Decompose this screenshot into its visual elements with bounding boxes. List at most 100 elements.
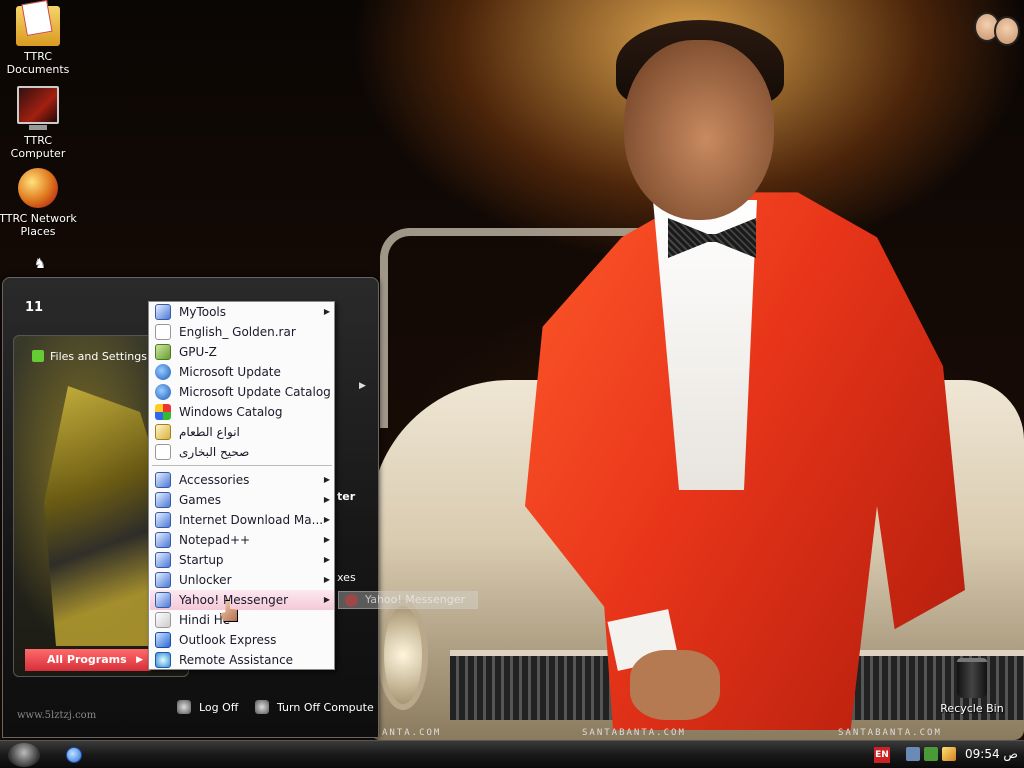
- folder-icon: [155, 492, 171, 508]
- magic-wand-icon[interactable]: [942, 747, 956, 761]
- all-programs-label: All Programs: [47, 653, 127, 666]
- menu-item-label: انواع الطعام: [179, 425, 240, 439]
- folder-icon: [155, 472, 171, 488]
- menu-item-microsoft-update-catalog[interactable]: Microsoft Update Catalog: [150, 382, 334, 402]
- desktop-icon-ttrc-documents[interactable]: TTRC Documents: [0, 6, 80, 76]
- menu-item-accessories[interactable]: Accessories ▶: [150, 470, 334, 490]
- folder-icon: [155, 572, 171, 588]
- turn-off-label: Turn Off Compute: [277, 701, 374, 714]
- turn-off-button[interactable]: Turn Off Compute: [255, 700, 374, 714]
- submenu-arrow-icon: ▶: [323, 535, 330, 544]
- menu-item-english-golden[interactable]: English_ Golden.rar: [150, 322, 334, 342]
- globe-icon: [155, 384, 171, 400]
- chevron-right-icon[interactable]: ▶: [359, 381, 366, 391]
- menu-separator: [152, 465, 332, 466]
- documents-folder-icon: [16, 6, 60, 46]
- start-menu-user-name: 11: [25, 300, 44, 315]
- menu-item-sahih-bukhari[interactable]: صحيح البخارى: [150, 442, 334, 462]
- submenu-arrow-icon: ▶: [323, 515, 330, 524]
- desktop-icon-horse[interactable]: ♞: [22, 256, 58, 274]
- log-off-button[interactable]: Log Off: [177, 700, 238, 714]
- network-places-icon: [18, 168, 58, 208]
- windows-icon: [155, 404, 171, 420]
- triangle-right-icon: ▶: [136, 655, 143, 665]
- menu-item-startup[interactable]: Startup ▶: [150, 550, 334, 570]
- menu-item-label: Microsoft Update: [179, 365, 281, 379]
- file-icon: [155, 444, 171, 460]
- menu-item-microsoft-update[interactable]: Microsoft Update: [150, 362, 334, 382]
- menu-item-gpu-z[interactable]: GPU-Z: [150, 342, 334, 362]
- computer-icon: [17, 86, 59, 130]
- menu-item-arabic-food[interactable]: انواع الطعام: [150, 422, 334, 442]
- gpuz-icon: [155, 344, 171, 360]
- folder-icon: [155, 592, 171, 608]
- menu-item-unlocker[interactable]: Unlocker ▶: [150, 570, 334, 590]
- language-indicator[interactable]: EN: [874, 747, 890, 763]
- menu-item-label: Remote Assistance: [179, 653, 294, 667]
- folder-icon: [155, 552, 171, 568]
- menu-item-label: Internet Download Ma...: [179, 513, 324, 527]
- start-menu-right-item-fragment[interactable]: ter: [337, 490, 355, 503]
- menu-item-label: MyTools: [179, 305, 227, 319]
- menu-item-label: Outlook Express: [179, 633, 277, 647]
- menu-item-remote-assistance[interactable]: Remote Assistance: [150, 650, 334, 670]
- desktop-icon-recycle-bin[interactable]: Recycle Bin: [930, 658, 1014, 715]
- wallpaper-watermark: SANTABANTA.COM: [582, 728, 686, 738]
- taskbar-clock[interactable]: 09:54 ص: [965, 747, 1018, 761]
- menu-item-hindi-help[interactable]: Hindi He: [150, 610, 334, 630]
- menu-item-mytools[interactable]: MyTools ▶: [150, 302, 334, 322]
- start-button[interactable]: [8, 743, 40, 767]
- menu-item-label: Accessories: [179, 473, 250, 487]
- folder-icon: [155, 304, 171, 320]
- menu-item-windows-catalog[interactable]: Windows Catalog: [150, 402, 334, 422]
- book-icon: [155, 424, 171, 440]
- horse-icon: ♞: [33, 256, 47, 272]
- power-icon: [255, 700, 269, 714]
- menu-item-label: Windows Catalog: [179, 405, 283, 419]
- menu-item-label: Unlocker: [179, 573, 232, 587]
- all-programs-menu: MyTools ▶ English_ Golden.rar GPU-Z Micro…: [148, 301, 335, 670]
- wallpaper-car-headlight: [378, 600, 428, 710]
- menu-item-label: Yahoo! Messenger: [179, 593, 289, 607]
- log-off-icon: [177, 700, 191, 714]
- menu-item-label: Games: [179, 493, 221, 507]
- network-icon[interactable]: [906, 747, 920, 761]
- desktop-icon-label: TTRC Network Places: [0, 212, 77, 238]
- safely-remove-icon[interactable]: [924, 747, 938, 761]
- all-programs-button[interactable]: All Programs ▶: [25, 649, 151, 671]
- menu-item-label: صحيح البخارى: [179, 445, 250, 459]
- wallpaper-watermark: ANTA.COM: [382, 728, 442, 738]
- transfer-wizard-icon: [32, 350, 44, 362]
- pen-icon: [155, 612, 171, 628]
- cartoon-faces-icon[interactable]: [974, 10, 1022, 46]
- desktop-icon-label: Recycle Bin: [940, 702, 1004, 715]
- menu-item-internet-download-manager[interactable]: Internet Download Ma... ▶: [150, 510, 334, 530]
- menu-item-label: English_ Golden.rar: [179, 325, 296, 339]
- folder-icon: [155, 512, 171, 528]
- start-menu-right-item-fragment[interactable]: xes: [337, 571, 356, 584]
- desktop-icon-label: TTRC Documents: [6, 50, 70, 76]
- desktop-icon-label: TTRC Computer: [10, 134, 66, 160]
- recycle-bin-icon: [957, 658, 987, 698]
- submenu-arrow-icon: ▶: [323, 555, 330, 564]
- menu-item-label: Microsoft Update Catalog: [179, 385, 331, 399]
- globe-icon: [155, 364, 171, 380]
- drag-ghost-yahoo-messenger: Yahoo! Messenger: [338, 591, 478, 609]
- menu-item-notepad-plus-plus[interactable]: Notepad++ ▶: [150, 530, 334, 550]
- yahoo-messenger-icon: [345, 594, 358, 607]
- menu-item-yahoo-messenger[interactable]: Yahoo! Messenger ▶: [150, 590, 334, 610]
- desktop-icon-ttrc-computer[interactable]: TTRC Computer: [0, 86, 80, 160]
- file-icon: [155, 324, 171, 340]
- menu-item-games[interactable]: Games ▶: [150, 490, 334, 510]
- desktop-icon-ttrc-network-places[interactable]: TTRC Network Places: [0, 168, 80, 238]
- menu-item-outlook-express[interactable]: Outlook Express: [150, 630, 334, 650]
- remote-assistance-icon: [155, 652, 171, 668]
- user-picture: [44, 386, 164, 646]
- submenu-arrow-icon: ▶: [323, 307, 330, 316]
- submenu-arrow-icon: ▶: [323, 575, 330, 584]
- internet-explorer-icon[interactable]: [66, 747, 82, 763]
- files-settings-transfer-item[interactable]: Files and Settings Tra: [32, 350, 167, 363]
- start-menu-site-text: www.5lztzj.com: [17, 710, 97, 721]
- menu-item-label: GPU-Z: [179, 345, 217, 359]
- menu-item-label: Notepad++: [179, 533, 251, 547]
